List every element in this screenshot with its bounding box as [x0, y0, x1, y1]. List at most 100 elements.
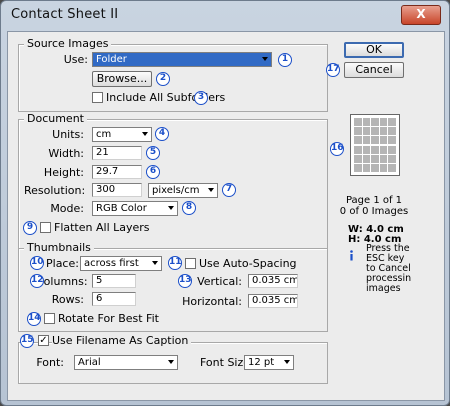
- horizontal-field[interactable]: 0.035 cm: [248, 294, 298, 308]
- close-button[interactable]: X: [401, 5, 441, 25]
- preview-thumbnail-cell: [371, 163, 379, 172]
- preview-thumbnail-cell: [362, 118, 371, 127]
- horizontal-label: Horizontal:: [182, 295, 242, 308]
- font-size-dropdown-value: 12 pt: [248, 357, 275, 368]
- height-label: Height:: [43, 166, 84, 179]
- resolution-field[interactable]: 300: [92, 183, 142, 197]
- width-field[interactable]: 21: [92, 146, 142, 160]
- preview-thumbnail-cell: [388, 136, 396, 145]
- contact-sheet-preview: [350, 114, 400, 176]
- images-info: 0 of 0 Images: [339, 206, 409, 217]
- dialog-window: Contact Sheet II X Source Images Use: Fo…: [0, 0, 450, 406]
- preview-thumbnail-cell: [379, 118, 388, 127]
- font-dropdown[interactable]: Arial: [74, 355, 178, 370]
- preview-thumbnail-cell: [362, 154, 371, 163]
- auto-spacing-label: Use Auto-Spacing: [199, 257, 297, 270]
- flatten-layers-checkbox[interactable]: [40, 222, 51, 233]
- preview-thumbnail-cell: [379, 163, 388, 172]
- preview-thumbnail-cell: [371, 136, 379, 145]
- preview-thumbnail-cell: [379, 136, 388, 145]
- preview-thumbnail-cell: [371, 145, 379, 154]
- preview-thumbnail-cell: [388, 127, 396, 136]
- preview-thumbnail-cell: [354, 127, 362, 136]
- callout-badge-1: 1: [278, 53, 292, 67]
- preview-thumbnail-cell: [354, 136, 362, 145]
- rows-field[interactable]: 6: [92, 292, 136, 306]
- include-subfolders-checkbox[interactable]: [92, 92, 103, 103]
- callout-badge-15: 15: [20, 334, 34, 348]
- use-dropdown[interactable]: Folder: [92, 52, 272, 67]
- title-bar[interactable]: Contact Sheet II X: [1, 1, 449, 31]
- source-images-heading: Source Images: [24, 37, 112, 50]
- page-info: Page 1 of 1: [345, 195, 403, 206]
- height-field[interactable]: 29.7: [92, 165, 142, 179]
- place-dropdown-value: across first: [84, 258, 139, 269]
- preview-thumbnail-cell: [371, 118, 379, 127]
- thumbnails-heading: Thumbnails: [24, 241, 94, 254]
- browse-button[interactable]: Browse...: [92, 71, 152, 87]
- use-dropdown-value: Folder: [96, 54, 127, 65]
- use-filename-caption-label: Use Filename As Caption: [52, 334, 192, 347]
- esc-note: Press the ESC key to Cancel processin im…: [366, 244, 411, 294]
- callout-badge-17: 17: [326, 63, 340, 77]
- preview-thumbnail-cell: [362, 163, 371, 172]
- use-filename-caption-checkbox[interactable]: ✓: [38, 335, 49, 346]
- chevron-down-icon: [168, 206, 174, 210]
- chevron-down-icon: [284, 360, 290, 364]
- callout-badge-12: 12: [30, 274, 44, 288]
- dialog-body: Source Images Use: Folder Browse... Incl…: [7, 31, 445, 401]
- preview-thumbnail-cell: [388, 154, 396, 163]
- chevron-down-icon: [208, 188, 214, 192]
- preview-thumbnail-cell: [354, 118, 362, 127]
- chevron-down-icon: [142, 132, 148, 136]
- units-dropdown[interactable]: cm: [92, 127, 152, 142]
- callout-badge-3: 3: [194, 91, 208, 105]
- chevron-down-icon: [152, 261, 158, 265]
- preview-thumbnail-cell: [354, 145, 362, 154]
- mode-dropdown-value: RGB Color: [96, 203, 147, 214]
- callout-badge-8: 8: [182, 201, 196, 215]
- flatten-layers-label: Flatten All Layers: [54, 221, 150, 234]
- window-title: Contact Sheet II: [11, 7, 119, 22]
- callout-badge-4: 4: [155, 127, 169, 141]
- rotate-best-fit-checkbox[interactable]: [44, 313, 55, 324]
- place-dropdown[interactable]: across first: [80, 256, 162, 271]
- callout-badge-9: 9: [23, 221, 37, 235]
- ok-button[interactable]: OK: [344, 42, 404, 58]
- units-dropdown-value: cm: [96, 129, 112, 140]
- font-size-dropdown[interactable]: 12 pt: [244, 355, 294, 370]
- mode-label: Mode:: [50, 202, 84, 215]
- cancel-button[interactable]: Cancel: [344, 62, 404, 78]
- font-label: Font:: [36, 356, 64, 369]
- callout-badge-2: 2: [156, 72, 170, 86]
- preview-thumbnail-cell: [388, 163, 396, 172]
- mode-dropdown[interactable]: RGB Color: [92, 201, 178, 216]
- preview-thumbnail-cell: [379, 145, 388, 154]
- preview-thumbnail-cell: [362, 136, 371, 145]
- document-heading: Document: [24, 112, 87, 125]
- resolution-unit-dropdown[interactable]: pixels/cm: [148, 183, 218, 198]
- callout-badge-7: 7: [222, 183, 236, 197]
- preview-thumbnail-cell: [371, 127, 379, 136]
- columns-field[interactable]: 5: [92, 274, 136, 288]
- preview-thumbnail-cell: [354, 154, 362, 163]
- preview-thumbnail-cell: [354, 163, 362, 172]
- callout-badge-5: 5: [146, 146, 160, 160]
- esc-note-line: images: [366, 283, 401, 294]
- preview-thumbnail-cell: [379, 127, 388, 136]
- preview-thumbnail-cell: [388, 118, 396, 127]
- rows-label: Rows:: [51, 293, 84, 306]
- units-label: Units:: [52, 128, 84, 141]
- place-label: Place:: [46, 257, 79, 270]
- preview-thumbnail-cell: [371, 154, 379, 163]
- preview-thumbnail-cell: [362, 145, 371, 154]
- callout-badge-10: 10: [30, 256, 44, 270]
- chevron-down-icon: [168, 360, 174, 364]
- vertical-field[interactable]: 0.035 cm: [248, 274, 298, 288]
- auto-spacing-checkbox[interactable]: [185, 258, 196, 269]
- rotate-best-fit-label: Rotate For Best Fit: [58, 312, 159, 325]
- callout-badge-6: 6: [146, 165, 160, 179]
- callout-badge-16: 16: [330, 142, 344, 156]
- callout-badge-11: 11: [168, 256, 182, 270]
- callout-badge-14: 14: [27, 312, 41, 326]
